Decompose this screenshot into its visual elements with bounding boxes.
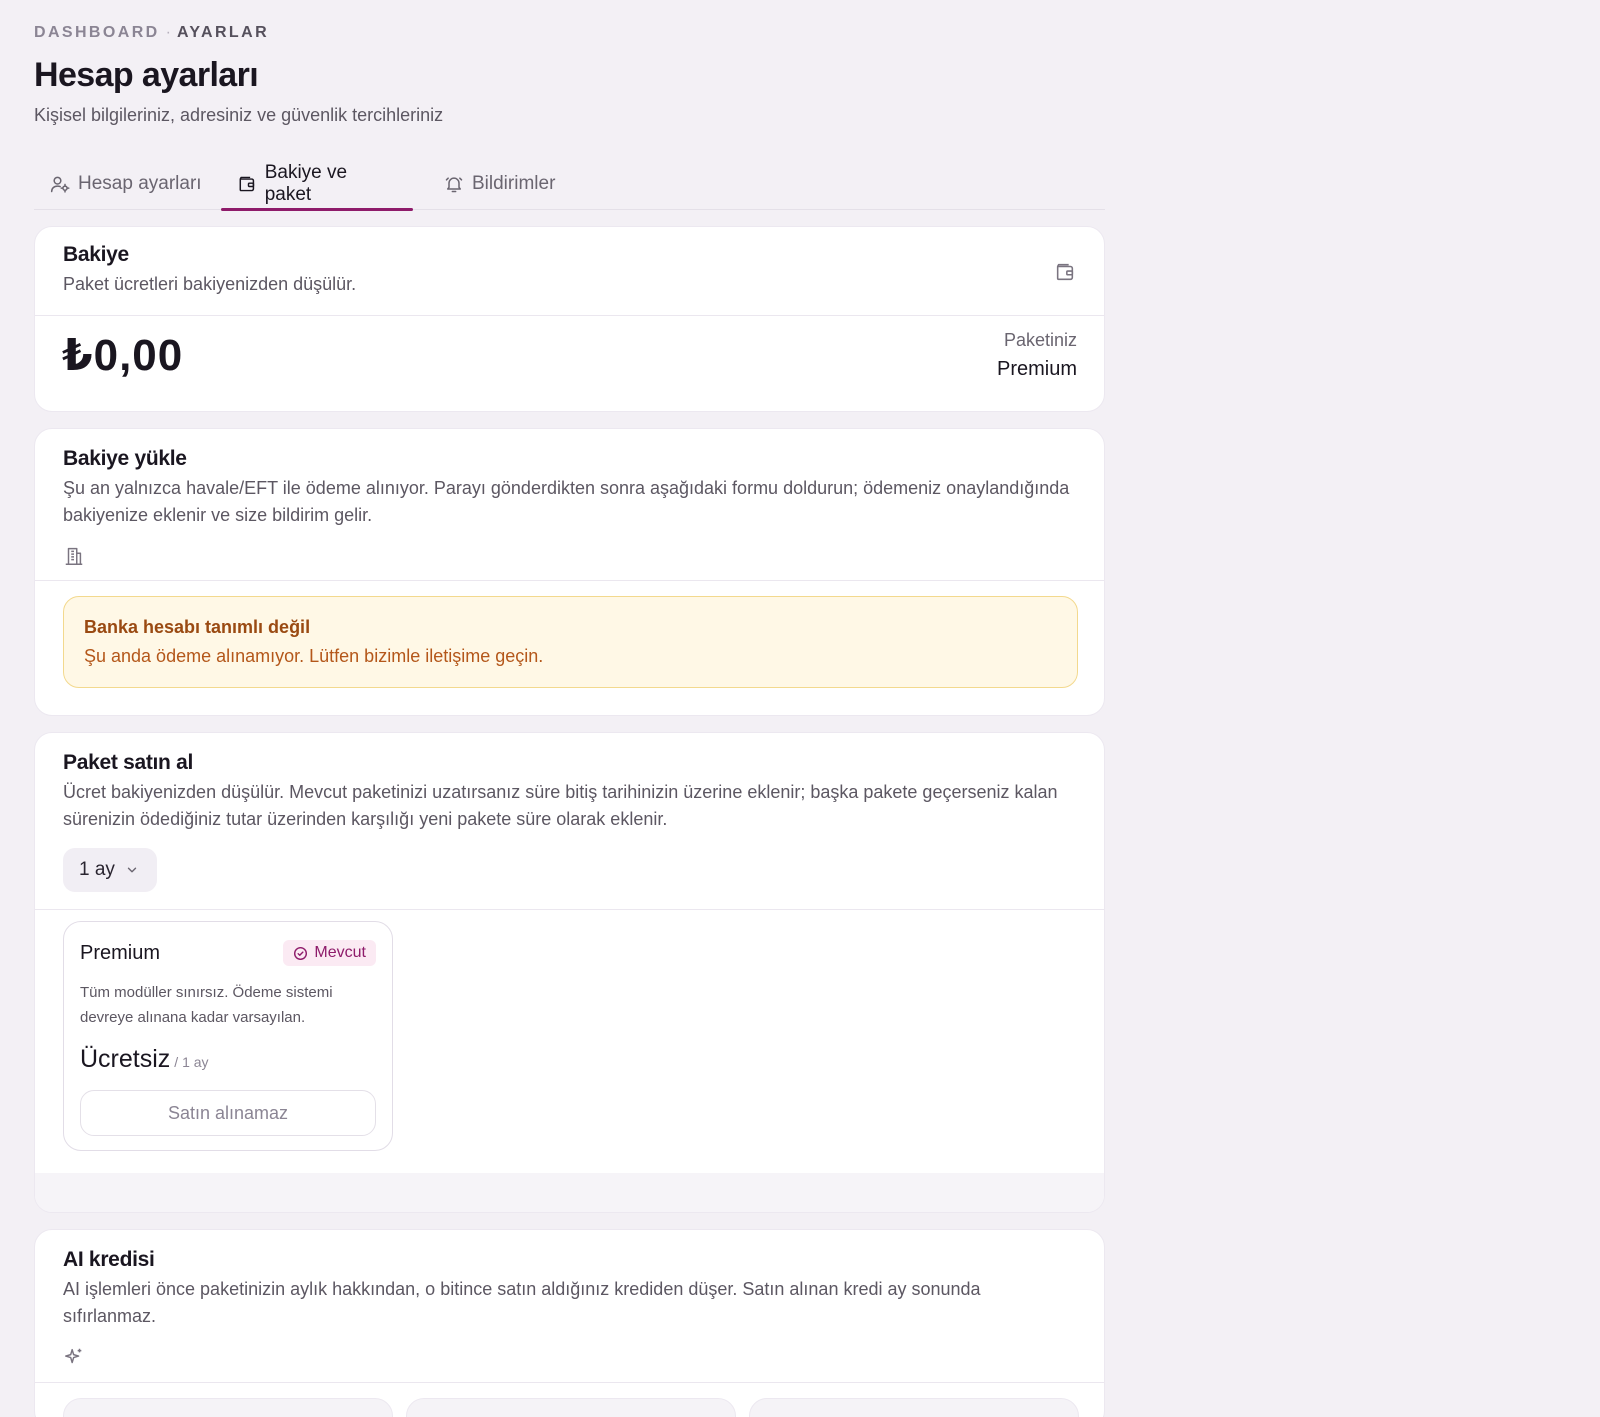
- plan-description: Tüm modüller sınırsız. Ödeme sistemi dev…: [80, 984, 333, 1026]
- wallet-icon: [1056, 263, 1074, 281]
- chevron-down-icon: [127, 867, 137, 873]
- topup-card-title: Bakiye yükle: [63, 447, 187, 470]
- ai-credit-option[interactable]: [749, 1398, 1079, 1417]
- plan-purchase-button[interactable]: Satın alınamaz: [80, 1090, 376, 1136]
- ai-credit-option[interactable]: [406, 1398, 736, 1417]
- plan-price: Ücretsiz/ 1 ay: [80, 1045, 209, 1074]
- tab-account-settings-label: Hesap ayarları: [78, 173, 202, 194]
- plan-price-period: / 1 ay: [174, 1054, 209, 1070]
- topup-card: Bakiye yükle Şu an yalnızca havale/EFT i…: [34, 428, 1105, 716]
- current-plan-badge: Mevcut: [283, 940, 376, 966]
- breadcrumb: DASHBOARD · AYARLAR: [34, 24, 269, 42]
- plan-card-premium: Premium Mevcut Tüm modüller sınırsız. Öd…: [63, 921, 393, 1151]
- building-icon: [65, 547, 83, 565]
- buy-card-footer: [35, 1173, 1104, 1212]
- page-subtitle: Kişisel bilgileriniz, adresiniz ve güven…: [34, 105, 444, 125]
- balance-card-divider: [35, 315, 1104, 316]
- period-select-value: 1 ay: [79, 859, 115, 880]
- topup-card-divider: [35, 580, 1104, 581]
- ai-credit-option[interactable]: [63, 1398, 393, 1417]
- check-circle-icon: [294, 946, 308, 960]
- ai-credit-card: AI kredisi AI işlemleri önce paketinizin…: [34, 1229, 1105, 1417]
- tab-bar: Hesap ayarları Bakiye ve paket Bildiriml…: [34, 158, 1105, 211]
- breadcrumb-separator: ·: [165, 24, 171, 41]
- buy-package-description: Ücret bakiyenizden düşülür. Mevcut paket…: [63, 782, 1058, 829]
- balance-amount: ₺0,00: [62, 331, 184, 380]
- tab-notifications-label: Bildirimler: [472, 173, 556, 194]
- ai-credit-description: AI işlemleri önce paketinizin aylık hakk…: [63, 1279, 981, 1326]
- plan-price-value: Ücretsiz: [80, 1045, 171, 1073]
- breadcrumb-dashboard[interactable]: DASHBOARD: [34, 24, 160, 41]
- balance-card-title: Bakiye: [63, 243, 129, 266]
- period-select[interactable]: 1 ay: [63, 848, 157, 892]
- plans-list: Premium Mevcut Tüm modüller sınırsız. Öd…: [35, 909, 1104, 1175]
- buy-package-card: Paket satın al Ücret bakiyenizden düşülü…: [34, 732, 1105, 1213]
- tab-notifications[interactable]: Bildirimler: [428, 158, 573, 210]
- ai-credit-title: AI kredisi: [63, 1248, 155, 1271]
- buy-package-title: Paket satın al: [63, 751, 194, 774]
- ai-card-divider: [35, 1382, 1104, 1383]
- bank-account-warning: Banka hesabı tanımlı değil Şu anda ödeme…: [63, 596, 1078, 688]
- current-plan-value: Premium: [996, 358, 1077, 380]
- current-plan-label: Paketiniz: [1003, 330, 1077, 350]
- warning-text: Şu anda ödeme alınamıyor. Lütfen bizimle…: [84, 646, 544, 666]
- user-settings-icon: [50, 176, 70, 193]
- sparkle-icon: [65, 1348, 82, 1364]
- breadcrumb-current: AYARLAR: [176, 24, 270, 41]
- tab-balance-package[interactable]: Bakiye ve paket: [221, 158, 413, 211]
- bell-icon: [445, 177, 463, 193]
- tab-balance-package-label: Bakiye ve paket: [264, 162, 348, 205]
- tab-account-settings[interactable]: Hesap ayarları: [34, 158, 220, 210]
- plan-name: Premium: [80, 942, 161, 964]
- balance-card-description: Paket ücretleri bakiyenizden düşülür.: [63, 274, 357, 294]
- wallet-icon: [239, 176, 255, 192]
- balance-card: Bakiye Paket ücretleri bakiyenizden düşü…: [34, 226, 1105, 412]
- topup-card-description: Şu an yalnızca havale/EFT ile ödeme alın…: [63, 478, 1070, 525]
- page-title: Hesap ayarları: [34, 56, 259, 94]
- warning-title: Banka hesabı tanımlı değil: [84, 617, 311, 637]
- current-plan-badge-label: Mevcut: [314, 944, 366, 961]
